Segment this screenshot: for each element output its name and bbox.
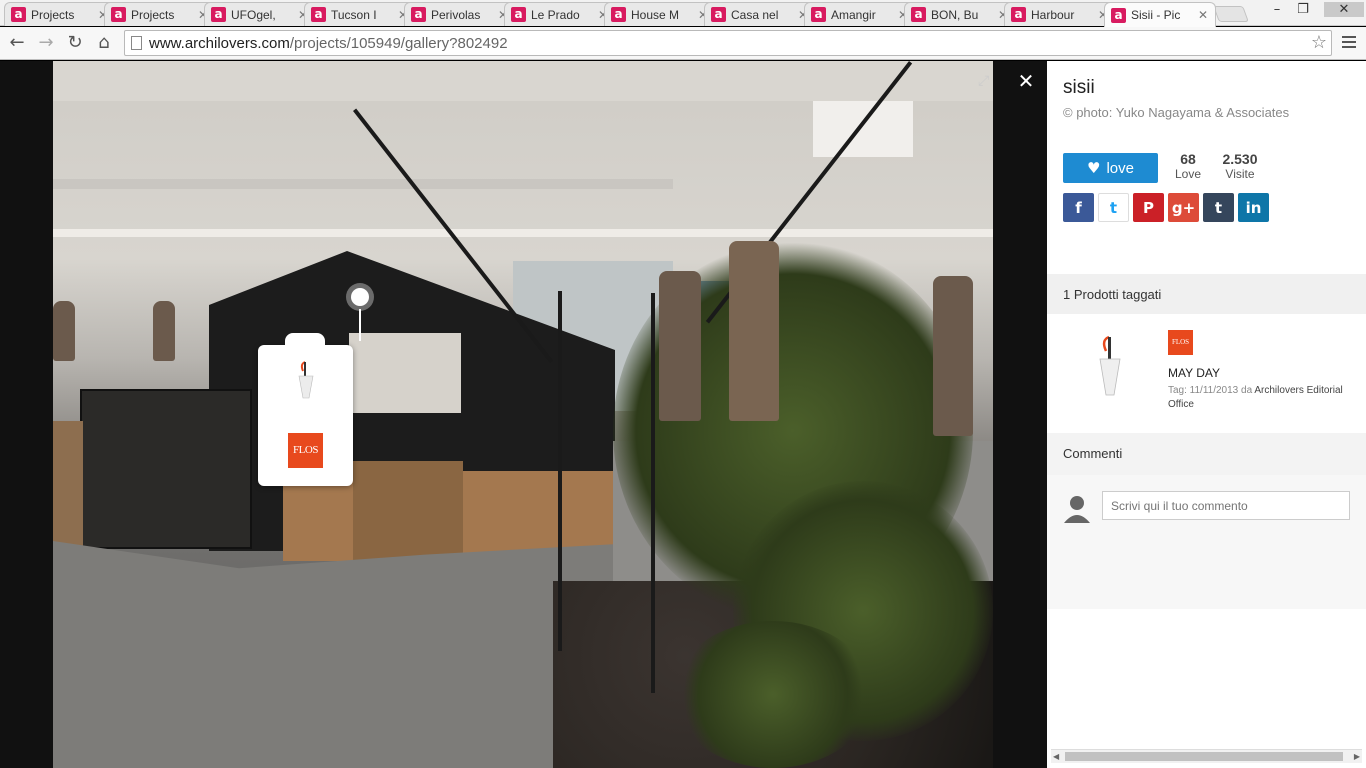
- tab-title: Harbour: [1031, 7, 1075, 22]
- project-title: sisii: [1063, 77, 1095, 98]
- browser-toolbar: ← → ↻ ⌂ www.archilovers.com/projects/105…: [0, 27, 1366, 60]
- browser-tab[interactable]: a Le Prado ✕: [504, 2, 616, 26]
- archilovers-favicon-icon: a: [1011, 7, 1026, 22]
- restore-icon[interactable]: ❐: [1290, 2, 1316, 17]
- product-brand-logo[interactable]: FLOS: [1168, 330, 1193, 355]
- chrome-menu-icon[interactable]: [1340, 33, 1358, 51]
- browser-tab[interactable]: a Tucson I ✕: [304, 2, 416, 26]
- browser-tab[interactable]: a House M ✕: [604, 2, 716, 26]
- twitter-icon[interactable]: t: [1098, 193, 1129, 222]
- tab-title: Tucson I: [331, 7, 377, 22]
- new-tab-button[interactable]: [1213, 6, 1249, 22]
- tab-title: Perivolas: [431, 7, 481, 22]
- archilovers-favicon-icon: a: [911, 7, 926, 22]
- window-close-icon[interactable]: ✕: [1324, 2, 1364, 17]
- love-button[interactable]: ♥ love: [1063, 153, 1158, 183]
- tumblr-icon[interactable]: t: [1203, 193, 1234, 222]
- tagged-product[interactable]: FLOS MAY DAY Tag: 11/11/2013 da Archilov…: [1047, 315, 1366, 432]
- product-image: [1099, 335, 1121, 396]
- browser-tab[interactable]: a Projects ✕: [104, 2, 216, 26]
- product-hotspot[interactable]: [346, 283, 374, 311]
- browser-tab[interactable]: a UFOgel, ✕: [204, 2, 316, 26]
- archilovers-favicon-icon: a: [711, 7, 726, 22]
- comments-header: Commenti: [1047, 433, 1366, 475]
- product-name[interactable]: MAY DAY: [1168, 366, 1220, 380]
- horizontal-scrollbar[interactable]: ◀ ▶: [1051, 749, 1362, 763]
- tab-title: Amangir: [831, 7, 876, 22]
- may-day-lamp-thumbnail: [298, 361, 314, 399]
- tag-date: Tag: 11/11/2013 da: [1168, 385, 1255, 396]
- address-url[interactable]: www.archilovers.com/projects/105949/gall…: [149, 35, 508, 52]
- archilovers-favicon-icon: a: [11, 7, 26, 22]
- tab-title: Sisii - Pic: [1131, 8, 1181, 22]
- product-tag-card[interactable]: FLOS: [258, 333, 353, 486]
- gallery-viewer: FLOS ⤢ ✕: [0, 61, 1047, 768]
- project-photo[interactable]: [53, 61, 993, 768]
- close-viewer-icon[interactable]: ✕: [1014, 69, 1038, 93]
- product-tag-info: Tag: 11/11/2013 da Archilovers Editorial…: [1168, 384, 1358, 412]
- visits-caption: Visite: [1225, 167, 1255, 181]
- browser-tab[interactable]: a Casa nel ✕: [704, 2, 816, 26]
- archilovers-favicon-icon: a: [811, 7, 826, 22]
- archilovers-favicon-icon: a: [1111, 7, 1126, 23]
- heart-icon: ♥: [1087, 159, 1101, 177]
- tab-title: House M: [631, 7, 680, 22]
- browser-tab[interactable]: a Amangir ✕: [804, 2, 916, 26]
- archilovers-favicon-icon: a: [111, 7, 126, 22]
- visits-stat: 2.530 Visite: [1215, 151, 1265, 181]
- google-plus-icon[interactable]: g+: [1168, 193, 1199, 222]
- photo-credit: © photo: Yuko Nagayama & Associates: [1063, 105, 1290, 120]
- love-caption: Love: [1174, 167, 1202, 181]
- back-icon[interactable]: ←: [5, 31, 29, 55]
- comment-form: [1047, 475, 1366, 609]
- fullscreen-icon[interactable]: ⤢: [978, 73, 994, 89]
- url-host: www.archilovers.com: [149, 35, 290, 52]
- tab-title: BON, Bu: [931, 7, 979, 22]
- url-path: /projects/105949/gallery?802492: [289, 35, 508, 52]
- browser-tab[interactable]: a BON, Bu ✕: [904, 2, 1016, 26]
- tab-title: Casa nel: [731, 7, 779, 22]
- browser-tab[interactable]: a Harbour ✕: [1004, 2, 1116, 26]
- tab-title: UFOgel,: [231, 7, 276, 22]
- scroll-right-icon[interactable]: ▶: [1354, 750, 1360, 763]
- products-header: 1 Prodotti taggati: [1047, 274, 1366, 314]
- scrollbar-thumb[interactable]: [1065, 752, 1343, 761]
- archilovers-favicon-icon: a: [411, 7, 426, 22]
- minimize-icon[interactable]: –: [1264, 2, 1290, 17]
- panel-spacer: [1047, 609, 1366, 749]
- scroll-left-icon[interactable]: ◀: [1053, 750, 1059, 763]
- forward-icon[interactable]: →: [34, 31, 58, 55]
- tab-strip: a Projects ✕ a Projects ✕ a UFOgel, ✕ a Tucson I ✕ a…: [0, 0, 1366, 27]
- love-button-label: love: [1106, 159, 1134, 177]
- facebook-icon[interactable]: f: [1063, 193, 1094, 222]
- pinterest-icon[interactable]: P: [1133, 193, 1164, 222]
- user-avatar-icon: [1064, 496, 1090, 523]
- browser-tab[interactable]: a Perivolas ✕: [404, 2, 516, 26]
- page-icon: [131, 36, 142, 50]
- linkedin-icon[interactable]: in: [1238, 193, 1269, 222]
- bookmark-star-icon[interactable]: ☆: [1311, 32, 1327, 53]
- browser-tab[interactable]: a Projects ✕: [4, 2, 116, 26]
- tab-title: Projects: [31, 7, 75, 22]
- love-stat: 68 Love: [1164, 151, 1212, 181]
- archilovers-favicon-icon: a: [511, 7, 526, 22]
- hotspot-connector: [359, 309, 361, 341]
- reload-icon[interactable]: ↻: [63, 31, 87, 55]
- tab-title: Le Prado: [531, 7, 580, 22]
- home-icon[interactable]: ⌂: [92, 31, 116, 55]
- tab-close-icon[interactable]: ✕: [1197, 8, 1209, 22]
- browser-tab[interactable]: a Sisii - Pic ✕: [1104, 2, 1216, 27]
- tab-title: Projects: [131, 7, 175, 22]
- archilovers-favicon-icon: a: [311, 7, 326, 22]
- visits-count: 2.530: [1222, 151, 1258, 167]
- address-bar[interactable]: www.archilovers.com/projects/105949/gall…: [124, 30, 1332, 56]
- project-info-panel: sisii © photo: Yuko Nagayama & Associate…: [1047, 61, 1366, 768]
- archilovers-favicon-icon: a: [211, 7, 226, 22]
- share-buttons: f t Pg+ t in: [1063, 193, 1269, 222]
- love-count: 68: [1180, 151, 1196, 167]
- archilovers-favicon-icon: a: [611, 7, 626, 22]
- flos-logo: FLOS: [288, 433, 323, 468]
- comment-input[interactable]: [1102, 491, 1350, 520]
